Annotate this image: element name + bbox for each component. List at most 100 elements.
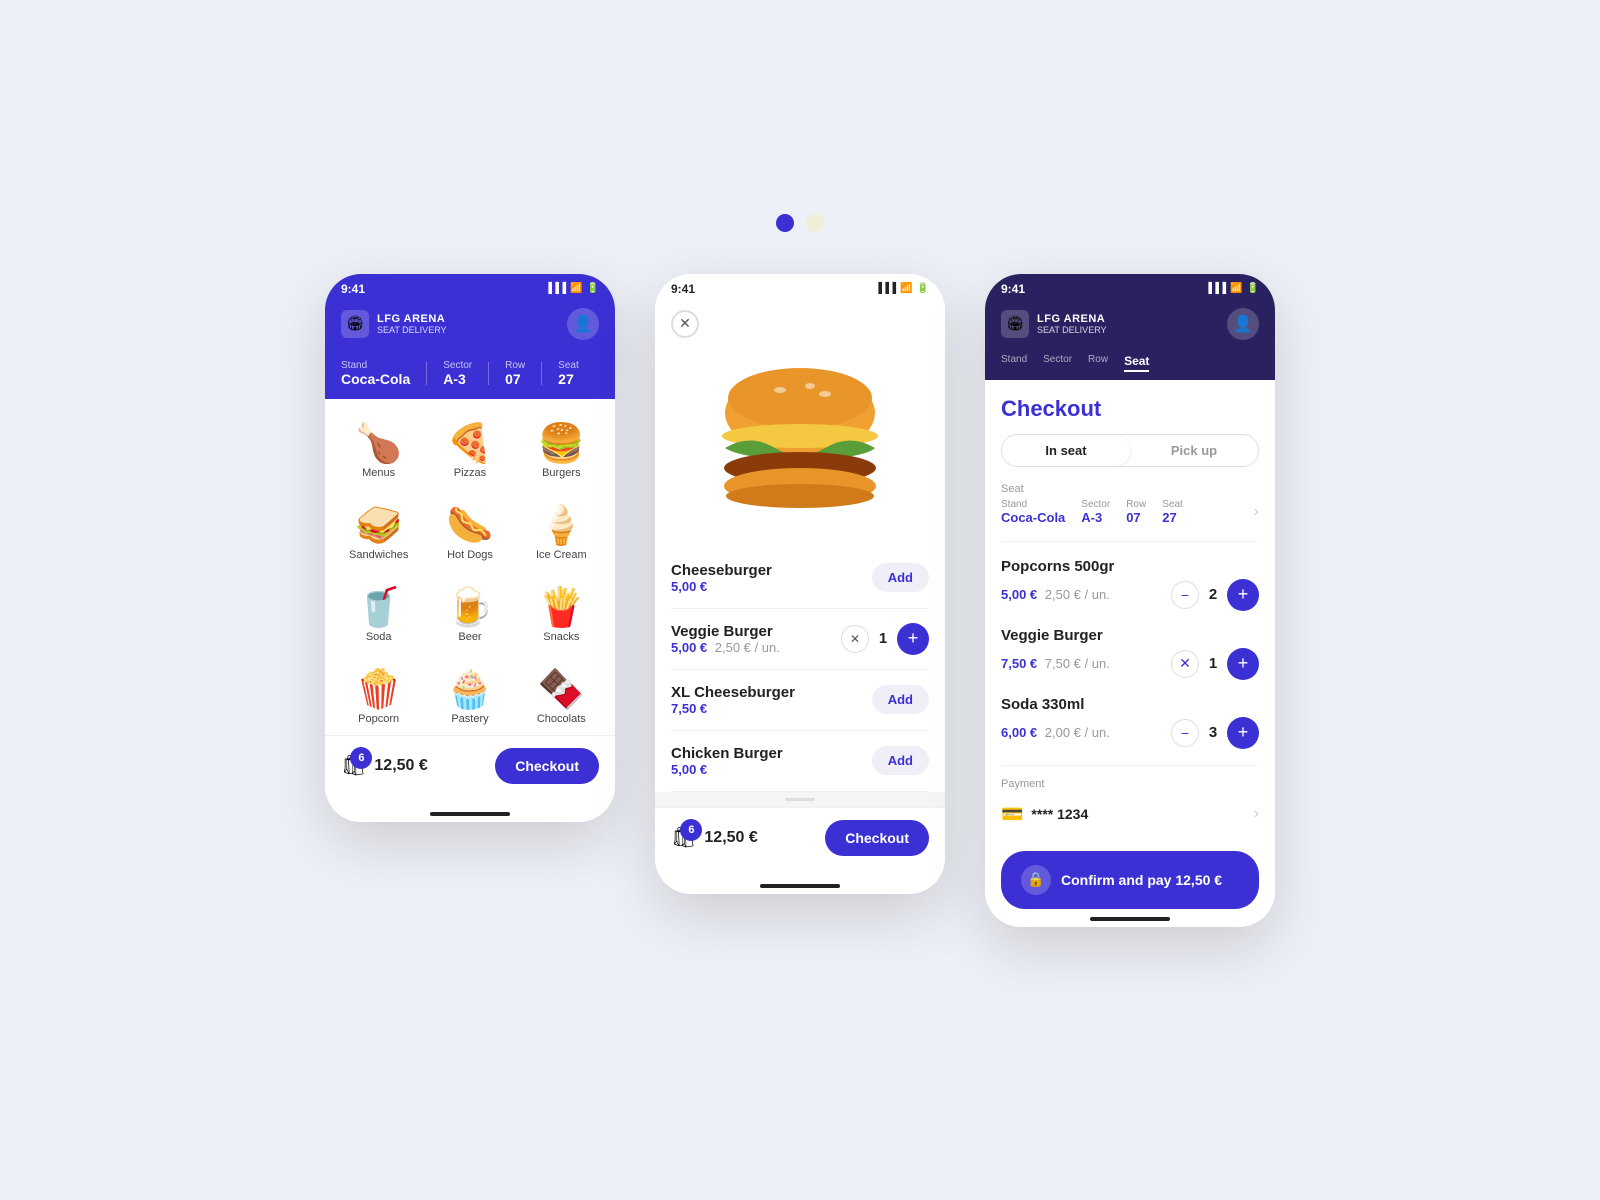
screen1-phone: 9:41 ▐▐▐ 📶 🔋 🏟 LFG ARENA SEAT DELIVERY 👤… [325, 274, 615, 822]
order-item-soda: Soda 330ml 6,00 € 2,00 € / un. − 3 + [1001, 696, 1259, 749]
seat-col: Seat 27 [558, 360, 579, 387]
app-logo: 🏟 LFG ARENA SEAT DELIVERY [341, 310, 447, 338]
confirm-label: Confirm and pay 12,50 € [1061, 872, 1222, 888]
popcorn-icon: 🍿 [355, 671, 402, 709]
pagination-dots [776, 214, 824, 232]
product-price-cheeseburger: 5,00 € [671, 579, 772, 594]
payment-section: Payment 💳 **** 1234 › [1001, 765, 1259, 835]
checkout-button2[interactable]: Checkout [825, 820, 929, 856]
screen1-status-bar: 9:41 ▐▐▐ 📶 🔋 [325, 274, 615, 300]
close-button[interactable]: ✕ [671, 310, 699, 338]
screen2-bottom-bar: 🛍 6 12,50 € Checkout [655, 807, 945, 876]
sandwiches-label: Sandwiches [349, 549, 408, 561]
category-menus[interactable]: 🍗 Menus [337, 415, 420, 489]
scroll-dot [785, 798, 815, 801]
category-grid: 🍗 Menus 🍕 Pizzas 🍔 Burgers 🥪 Sandwiches … [337, 415, 603, 735]
product-row-chickenburger: Chicken Burger 5,00 € Add [671, 731, 929, 792]
dot-inactive[interactable] [806, 214, 824, 232]
checkout-sector-label: Sector [1081, 499, 1110, 510]
qty-minus-soda[interactable]: − [1171, 719, 1199, 747]
checkout-seat-value: 27 [1162, 510, 1183, 525]
stand-col: Stand Coca-Cola [341, 360, 410, 387]
dot-active[interactable] [776, 214, 794, 232]
add-button-xlcheeseburger[interactable]: Add [872, 685, 929, 714]
app-name: LFG ARENA [377, 313, 447, 325]
menus-label: Menus [362, 467, 395, 479]
checkout-button[interactable]: Checkout [495, 748, 599, 784]
seat-arrow[interactable]: › [1254, 503, 1259, 521]
product-hero [655, 348, 945, 548]
tab-inseat[interactable]: In seat [1002, 435, 1130, 466]
user-avatar3[interactable]: 👤 [1227, 308, 1259, 340]
screen1-app-header: 🏟 LFG ARENA SEAT DELIVERY 👤 [325, 300, 615, 354]
order-per-soda: 2,00 € / un. [1045, 725, 1110, 740]
checkout-body: Seat Stand Coca-Cola Sector A-3 Row 07 [985, 483, 1275, 835]
category-snacks[interactable]: 🍟 Snacks [520, 579, 603, 653]
qty-num-veggieburger: 1 [875, 630, 891, 647]
tab-bar: In seat Pick up [1001, 434, 1259, 467]
category-pizzas[interactable]: 🍕 Pizzas [428, 415, 511, 489]
qty-x-veggieburger[interactable]: ✕ [1171, 650, 1199, 678]
category-popcorn[interactable]: 🍿 Popcorn [337, 661, 420, 735]
add-button-cheeseburger[interactable]: Add [872, 563, 929, 592]
category-hotdogs[interactable]: 🌭 Hot Dogs [428, 497, 511, 571]
category-soda[interactable]: 🥤 Soda [337, 579, 420, 653]
screen1-seat-info: Stand Coca-Cola Sector A-3 Row 07 Seat 2… [325, 354, 615, 399]
sector-value: A-3 [443, 371, 472, 387]
app-name3: LFG ARENA [1037, 313, 1107, 325]
category-icecream[interactable]: 🍦 Ice Cream [520, 497, 603, 571]
pastery-label: Pastery [451, 713, 488, 725]
qty-plus-popcorns[interactable]: + [1227, 579, 1259, 611]
qty-remove-veggieburger[interactable]: ✕ [841, 625, 869, 653]
screen2-status-bar: 9:41 ▐▐▐ 📶 🔋 [655, 274, 945, 300]
product-price-xlcheeseburger: 7,50 € [671, 701, 795, 716]
cart-amount2: 12,50 € [704, 829, 757, 847]
category-beer[interactable]: 🍺 Beer [428, 579, 511, 653]
screen1-status-icons: ▐▐▐ 📶 🔋 [545, 283, 599, 294]
screen3-sector-label: Sector [1043, 354, 1072, 365]
checkout-stand: Stand Coca-Cola [1001, 499, 1065, 525]
icecream-icon: 🍦 [538, 507, 585, 545]
popcorn-label: Popcorn [358, 713, 399, 725]
signal-icon: ▐▐▐ [545, 283, 566, 294]
screens-container: 9:41 ▐▐▐ 📶 🔋 🏟 LFG ARENA SEAT DELIVERY 👤… [325, 274, 1275, 927]
screen3-phone: 9:41 ▐▐▐ 📶 🔋 🏟 LFG ARENA SEAT DELIVERY 👤… [985, 274, 1275, 927]
burgers-label: Burgers [542, 467, 581, 479]
cart-icon-wrap: 🛍 6 [341, 753, 366, 778]
order-row-soda: 6,00 € 2,00 € / un. − 3 + [1001, 717, 1259, 749]
order-price-soda: 6,00 € 2,00 € / un. [1001, 725, 1110, 740]
order-item-veggieburger: Veggie Burger 7,50 € 7,50 € / un. ✕ 1 + [1001, 627, 1259, 680]
confirm-amount: 12,50 € [1175, 872, 1222, 888]
confirm-pay-button[interactable]: 🔒 Confirm and pay 12,50 € [1001, 851, 1259, 909]
product-row-veggieburger: Veggie Burger 5,00 € 2,50 € / un. ✕ 1 + [671, 609, 929, 670]
user-avatar[interactable]: 👤 [567, 308, 599, 340]
checkout-sector-value: A-3 [1081, 510, 1110, 525]
tab-pickup[interactable]: Pick up [1130, 435, 1258, 466]
category-sandwiches[interactable]: 🥪 Sandwiches [337, 497, 420, 571]
product-info-cheeseburger: Cheeseburger 5,00 € [671, 562, 772, 594]
order-qty-popcorns: − 2 + [1171, 579, 1259, 611]
pizzas-icon: 🍕 [446, 425, 493, 463]
order-price-popcorns: 5,00 € 2,50 € / un. [1001, 587, 1110, 602]
product-name-xlcheeseburger: XL Cheeseburger [671, 684, 795, 701]
qty-plus-soda[interactable]: + [1227, 717, 1259, 749]
product-name-chickenburger: Chicken Burger [671, 745, 783, 762]
chocolats-label: Chocolats [537, 713, 586, 725]
battery-icon: 🔋 [587, 283, 599, 294]
screen3-seat-label: Seat [1124, 354, 1149, 372]
pastery-icon: 🧁 [446, 671, 493, 709]
screen3-seat-col: Seat [1124, 354, 1149, 368]
add-button-chickenburger[interactable]: Add [872, 746, 929, 775]
qty-num-popcorns: 2 [1205, 586, 1221, 603]
checkout-title: Checkout [985, 380, 1275, 434]
qty-plus-veggieburger[interactable]: + [897, 623, 929, 655]
qty-plus-veggieburger[interactable]: + [1227, 648, 1259, 680]
category-pastery[interactable]: 🧁 Pastery [428, 661, 511, 735]
product-info-chickenburger: Chicken Burger 5,00 € [671, 745, 783, 777]
card-number: **** 1234 [1031, 806, 1088, 822]
cart-info2: 🛍 6 12,50 € [671, 825, 758, 850]
category-chocolats[interactable]: 🍫 Chocolats [520, 661, 603, 735]
qty-minus-popcorns[interactable]: − [1171, 581, 1199, 609]
payment-arrow[interactable]: › [1254, 805, 1259, 823]
category-burgers[interactable]: 🍔 Burgers [520, 415, 603, 489]
